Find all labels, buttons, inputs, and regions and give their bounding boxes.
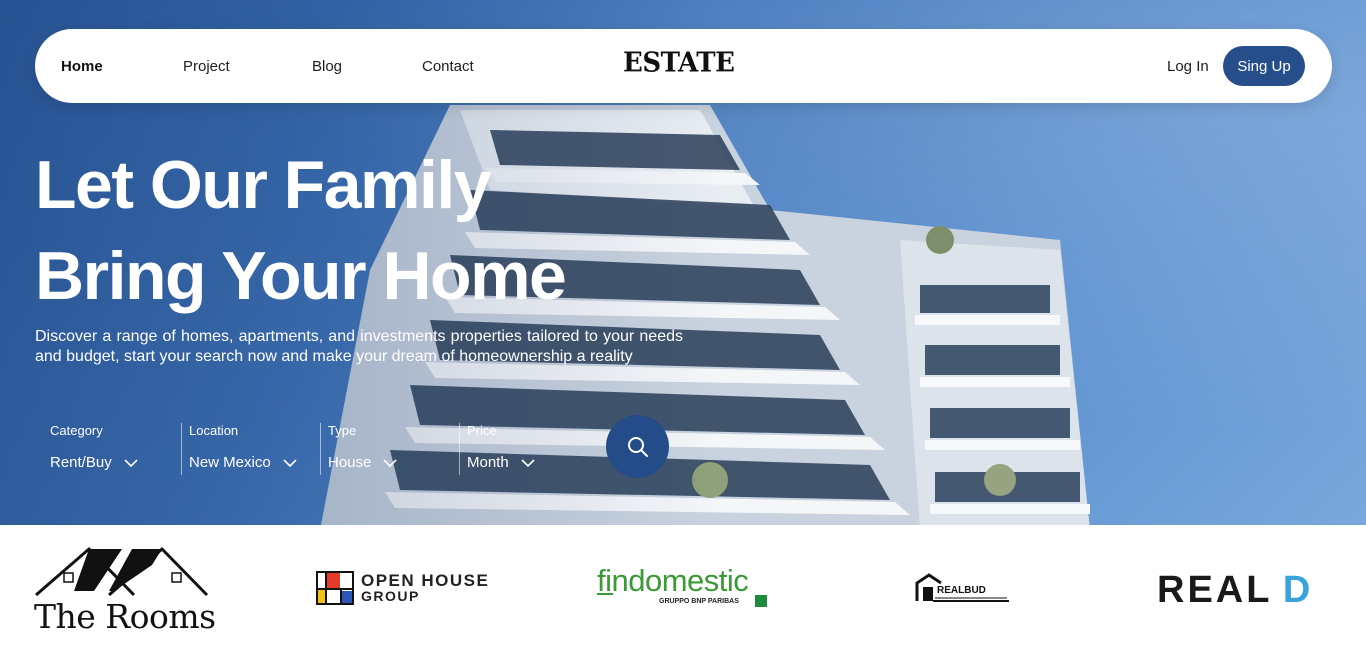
chevron-down-icon [521,459,535,468]
brand-real-d-accent: D [1282,569,1311,611]
brand-real-d-text: REAL [1157,569,1273,611]
filter-price[interactable]: Price Month [467,423,535,471]
headline-line-2: Bring Your Home [35,238,567,314]
brand-findomestic-text: findomestic [597,563,749,598]
search-icon [627,436,648,457]
signup-button[interactable]: Sing Up [1223,46,1305,86]
brand-open-house-sub: GROUP [361,588,420,604]
hero-description: Discover a range of homes, apartments, a… [35,328,683,365]
the-rooms-roof-icon [35,546,209,597]
filter-type[interactable]: Type House [328,423,397,471]
filter-location[interactable]: Location New Mexico [189,423,297,471]
brand-realbud-text: REALBUD [937,585,986,596]
nav-project[interactable]: Project [183,58,230,75]
filter-divider [181,423,182,475]
brand-realbud: REALBUD [915,573,1015,603]
filter-type-label: Type [328,423,357,438]
filter-price-label: Price [467,423,497,438]
hero-headline: Let Our Family Bring Your Home [35,140,567,322]
filter-category[interactable]: Category Rent/Buy [50,423,138,471]
brand-findomestic: findomestic GRUPPO BNP PARIBAS [597,563,772,613]
chevron-down-icon [124,459,138,468]
login-link[interactable]: Log In [1167,58,1209,75]
filter-location-label: Location [189,423,239,438]
bnp-star-icon [755,595,767,607]
nav-blog[interactable]: Blog [312,58,342,75]
filter-price-value: Month [467,454,509,471]
brand-the-rooms: The Rooms [34,545,216,636]
search-button[interactable] [606,415,669,478]
partner-brands: The Rooms OPEN HOUSE GROUP findomestic G… [0,525,1366,651]
brand-real-d: REAL D [1157,569,1337,611]
filter-divider [459,423,460,475]
filter-category-value: Rent/Buy [50,454,112,471]
filter-location-value: New Mexico [189,454,271,471]
filter-category-label: Category [50,423,103,438]
nav-home[interactable]: Home [61,58,103,75]
chevron-down-icon [283,459,297,468]
brand-findomestic-sub: GRUPPO BNP PARIBAS [659,598,739,605]
top-navbar: Home Project Blog Contact ESTATE Log In … [35,29,1332,103]
brand-the-rooms-text: The Rooms [34,597,216,636]
filter-divider [320,423,321,475]
chevron-down-icon [383,459,397,468]
filter-type-value: House [328,454,372,471]
site-logo[interactable]: ESTATE [623,47,735,79]
brand-open-house: OPEN HOUSE GROUP [316,571,496,607]
nav-contact[interactable]: Contact [422,58,474,75]
open-house-logo-icon [316,571,354,605]
headline-line-1: Let Our Family [35,147,492,223]
